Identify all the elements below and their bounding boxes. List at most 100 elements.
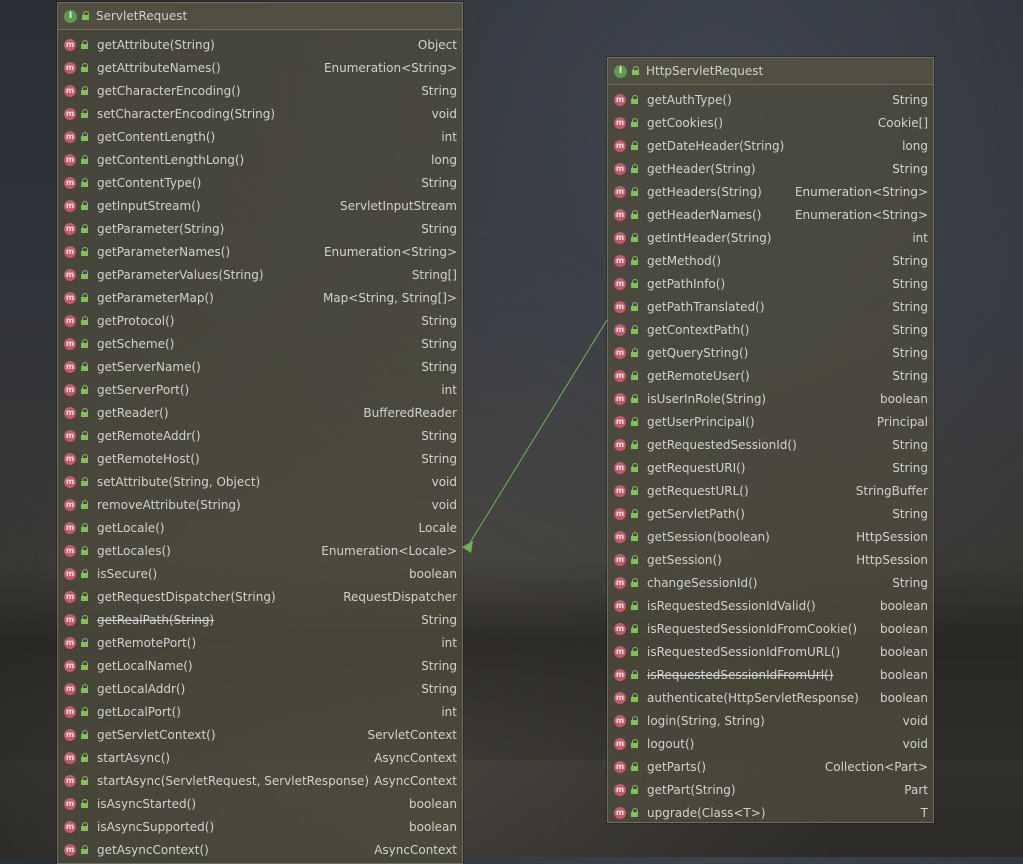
method-row[interactable]: m getIntHeader(String) int bbox=[608, 226, 933, 249]
method-row[interactable]: m getDateHeader(String) long bbox=[608, 134, 933, 157]
method-row[interactable]: m getParameterMap() Map<String, String[]> bbox=[58, 286, 462, 309]
method-row[interactable]: m startAsync() AsyncContext bbox=[58, 746, 462, 769]
method-row[interactable]: m getHeaderNames() Enumeration<String> bbox=[608, 203, 933, 226]
public-lock-icon bbox=[80, 62, 89, 73]
method-row[interactable]: m getParameterValues(String) String[] bbox=[58, 263, 462, 286]
method-row[interactable]: m getServletPath() String bbox=[608, 502, 933, 525]
method-row[interactable]: m getLocalPort() int bbox=[58, 700, 462, 723]
method-row[interactable]: m getQueryString() String bbox=[608, 341, 933, 364]
method-row[interactable]: m getRealPath(String) String bbox=[58, 608, 462, 631]
method-row[interactable]: m getServerName() String bbox=[58, 355, 462, 378]
method-row[interactable]: m isAsyncSupported() boolean bbox=[58, 815, 462, 838]
method-row[interactable]: m getRequestURI() String bbox=[608, 456, 933, 479]
method-return-type: void bbox=[902, 713, 928, 728]
public-lock-icon bbox=[80, 453, 89, 464]
method-row[interactable]: m getSession(boolean) HttpSession bbox=[608, 525, 933, 548]
method-row[interactable]: m changeSessionId() String bbox=[608, 571, 933, 594]
method-row[interactable]: m getPathTranslated() String bbox=[608, 295, 933, 318]
method-name: getServletPath() bbox=[647, 506, 745, 521]
method-return-type: String bbox=[892, 322, 928, 337]
method-row[interactable]: m getAuthType() String bbox=[608, 88, 933, 111]
method-row[interactable]: m getRequestDispatcher(String) RequestDisp… bbox=[58, 585, 462, 608]
public-lock-icon bbox=[630, 738, 639, 749]
method-row[interactable]: m getRemoteAddr() String bbox=[58, 424, 462, 447]
public-lock-icon bbox=[630, 600, 639, 611]
method-row[interactable]: m getInputStream() ServletInputStream bbox=[58, 194, 462, 217]
method-name: login(String, String) bbox=[647, 713, 765, 728]
public-lock-icon bbox=[630, 462, 639, 473]
public-lock-icon bbox=[80, 706, 89, 717]
method-name: getRealPath(String) bbox=[97, 612, 215, 627]
method-name: upgrade(Class<T>) bbox=[647, 805, 766, 820]
method-row[interactable]: m getPart(String) Part bbox=[608, 778, 933, 801]
method-row[interactable]: m getContextPath() String bbox=[608, 318, 933, 341]
public-lock-icon bbox=[80, 85, 89, 96]
method-row[interactable]: m getRemoteUser() String bbox=[608, 364, 933, 387]
method-row[interactable]: m getContentType() String bbox=[58, 171, 462, 194]
method-row[interactable]: m getServletContext() ServletContext bbox=[58, 723, 462, 746]
method-row[interactable]: m startAsync(ServletRequest, ServletRespo… bbox=[58, 769, 462, 792]
method-row[interactable]: m getPathInfo() String bbox=[608, 272, 933, 295]
method-row[interactable]: m getCharacterEncoding() String bbox=[58, 79, 462, 102]
method-name: getParameterNames() bbox=[97, 244, 231, 259]
method-row[interactable]: m getRequestedSessionId() String bbox=[608, 433, 933, 456]
method-row[interactable]: m isUserInRole(String) boolean bbox=[608, 387, 933, 410]
method-row[interactable]: m getContentLengthLong() long bbox=[58, 148, 462, 171]
method-row[interactable]: m getHeaders(String) Enumeration<String> bbox=[608, 180, 933, 203]
public-lock-icon bbox=[630, 94, 639, 105]
method-row[interactable]: m isAsyncStarted() boolean bbox=[58, 792, 462, 815]
method-row[interactable]: m getLocale() Locale bbox=[58, 516, 462, 539]
public-lock-icon bbox=[80, 545, 89, 556]
method-row[interactable]: m upgrade(Class<T>) T bbox=[608, 801, 933, 824]
method-row[interactable]: m getRequestURL() StringBuffer bbox=[608, 479, 933, 502]
method-row[interactable]: m login(String, String) void bbox=[608, 709, 933, 732]
method-row[interactable]: m getRemoteHost() String bbox=[58, 447, 462, 470]
class-box-servletrequest[interactable]: I ServletRequest m getAttribute(String) Ob… bbox=[57, 2, 463, 864]
public-lock-icon bbox=[80, 384, 89, 395]
method-row[interactable]: m getAsyncContext() AsyncContext bbox=[58, 838, 462, 861]
method-row[interactable]: m getLocalAddr() String bbox=[58, 677, 462, 700]
method-row[interactable]: m getMethod() String bbox=[608, 249, 933, 272]
method-row[interactable]: m setCharacterEncoding(String) void bbox=[58, 102, 462, 125]
method-return-type: Enumeration<Locale> bbox=[321, 543, 457, 558]
method-row[interactable]: m getCookies() Cookie[] bbox=[608, 111, 933, 134]
method-row[interactable]: m authenticate(HttpServletResponse) boolea… bbox=[608, 686, 933, 709]
method-icon: m bbox=[64, 314, 76, 327]
class-box-httpservletrequest[interactable]: I HttpServletRequest m getAuthType() Strin… bbox=[607, 57, 934, 823]
method-row[interactable]: m logout() void bbox=[608, 732, 933, 755]
method-name: getRequestedSessionId() bbox=[647, 437, 797, 452]
method-row[interactable]: m getLocales() Enumeration<Locale> bbox=[58, 539, 462, 562]
method-row[interactable]: m getServerPort() int bbox=[58, 378, 462, 401]
method-return-type: String bbox=[421, 175, 457, 190]
method-row[interactable]: m getProtocol() String bbox=[58, 309, 462, 332]
method-row[interactable]: m getParameterNames() Enumeration<String> bbox=[58, 240, 462, 263]
method-row[interactable]: m getAttribute(String) Object bbox=[58, 33, 462, 56]
method-row[interactable]: m getReader() BufferedReader bbox=[58, 401, 462, 424]
method-return-type: boolean bbox=[409, 566, 457, 581]
method-row[interactable]: m getRemotePort() int bbox=[58, 631, 462, 654]
method-icon: m bbox=[64, 176, 76, 189]
method-row[interactable]: m getParts() Collection<Part> bbox=[608, 755, 933, 778]
public-lock-icon bbox=[80, 499, 89, 510]
method-icon: m bbox=[614, 346, 626, 359]
method-row[interactable]: m getAttributeNames() Enumeration<String> bbox=[58, 56, 462, 79]
method-return-type: Enumeration<String> bbox=[794, 184, 928, 199]
method-row[interactable]: m getSession() HttpSession bbox=[608, 548, 933, 571]
method-row[interactable]: m isRequestedSessionIdFromURL() boolean bbox=[608, 640, 933, 663]
method-return-type: long bbox=[431, 152, 457, 167]
method-row[interactable]: m isRequestedSessionIdFromUrl() boolean bbox=[608, 663, 933, 686]
method-row[interactable]: m getHeader(String) String bbox=[608, 157, 933, 180]
method-name: logout() bbox=[647, 736, 695, 751]
method-row[interactable]: m setAttribute(String, Object) void bbox=[58, 470, 462, 493]
method-return-type: BufferedReader bbox=[363, 405, 457, 420]
method-icon: m bbox=[614, 369, 626, 382]
method-row[interactable]: m getScheme() String bbox=[58, 332, 462, 355]
method-row[interactable]: m removeAttribute(String) void bbox=[58, 493, 462, 516]
method-row[interactable]: m getContentLength() int bbox=[58, 125, 462, 148]
method-row[interactable]: m getUserPrincipal() Principal bbox=[608, 410, 933, 433]
method-row[interactable]: m isRequestedSessionIdFromCookie() boolean bbox=[608, 617, 933, 640]
method-row[interactable]: m isSecure() boolean bbox=[58, 562, 462, 585]
method-row[interactable]: m getLocalName() String bbox=[58, 654, 462, 677]
method-row[interactable]: m isRequestedSessionIdValid() boolean bbox=[608, 594, 933, 617]
method-row[interactable]: m getParameter(String) String bbox=[58, 217, 462, 240]
